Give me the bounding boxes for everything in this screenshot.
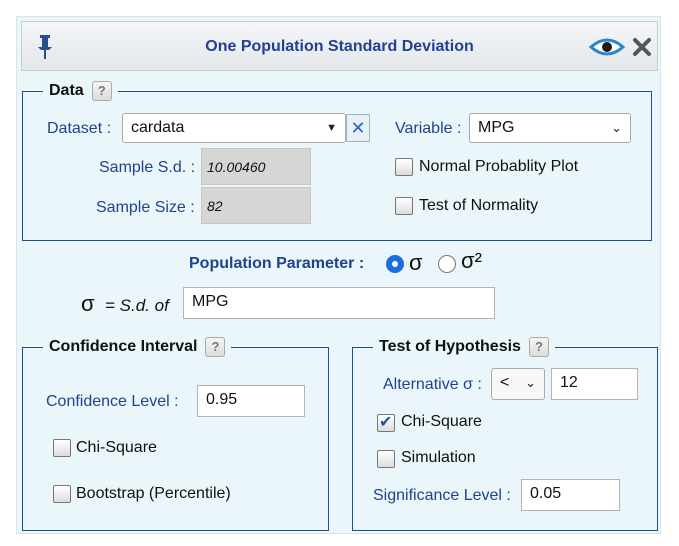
normal-plot-label: Normal Probablity Plot [419, 158, 579, 175]
dialog-window: One Population Standard Deviation Data? … [16, 16, 661, 534]
variable-label: Variable : [395, 120, 462, 137]
alternative-label: Alternative σ : [383, 376, 482, 393]
dialog-title: One Population Standard Deviation [205, 38, 474, 55]
sample-sd-label: Sample S.d. : [99, 159, 196, 176]
title-bar: One Population Standard Deviation [21, 21, 658, 71]
sigma-radio[interactable] [386, 255, 404, 273]
sd-of-text: = S.d. of [105, 296, 169, 315]
confidence-legend-text: Confidence Interval [49, 338, 198, 356]
alternative-operator-select[interactable]: < ⌄ [491, 368, 545, 400]
simulation-checkbox[interactable] [377, 450, 395, 468]
normal-plot-checkbox[interactable] [395, 158, 413, 176]
sample-sd-field: 10.00460 [201, 148, 311, 185]
normality-test-checkbox[interactable] [395, 197, 413, 215]
confidence-level-label: Confidence Level : [46, 393, 179, 410]
chevron-down-icon: ⌄ [525, 375, 536, 390]
significance-level-input[interactable]: 0.05 [521, 479, 620, 511]
confidence-legend: Confidence Interval? [43, 337, 231, 357]
variable-select[interactable]: MPG ⌄ [469, 113, 631, 143]
clear-dataset-button[interactable]: ✕ [346, 114, 370, 142]
sd-of-field[interactable]: MPG [183, 287, 495, 319]
sample-size-label: Sample Size : [96, 199, 195, 216]
sigma-squared-radio[interactable] [438, 255, 456, 273]
data-help-icon[interactable]: ? [91, 81, 112, 101]
chevron-down-icon: ▼ [326, 122, 337, 134]
sigma-symbol: σ [81, 291, 95, 316]
parameter-label: Population Parameter : [189, 255, 365, 272]
ci-chi-square-label: Chi-Square [76, 439, 157, 456]
data-legend-text: Data [49, 82, 84, 100]
alternative-value-input[interactable]: 12 [551, 368, 638, 400]
close-icon[interactable] [631, 36, 653, 58]
dataset-label: Dataset : [47, 120, 112, 137]
sigma-squared-option-label: σ² [461, 248, 482, 273]
eye-icon[interactable] [589, 36, 625, 58]
bootstrap-label: Bootstrap (Percentile) [76, 485, 231, 502]
confidence-help-icon[interactable]: ? [205, 337, 226, 357]
significance-level-label: Significance Level : [373, 487, 511, 504]
dataset-select[interactable]: cardata ▼ [122, 113, 346, 143]
ht-chi-square-label: Chi-Square [401, 413, 482, 430]
dataset-value: cardata [131, 119, 185, 136]
hypothesis-help-icon[interactable]: ? [528, 337, 549, 357]
chevron-down-icon: ⌄ [611, 120, 622, 135]
alternative-operator-value: < [500, 374, 510, 391]
data-legend: Data? [43, 81, 118, 101]
variable-value: MPG [478, 119, 515, 136]
ci-chi-square-checkbox[interactable] [53, 439, 71, 457]
simulation-label: Simulation [401, 449, 476, 466]
hypothesis-legend: Test of Hypothesis? [373, 337, 555, 357]
normality-test-label: Test of Normality [419, 197, 539, 214]
hypothesis-legend-text: Test of Hypothesis [379, 338, 521, 356]
confidence-level-input[interactable]: 0.95 [197, 385, 305, 417]
sample-size-field: 82 [201, 187, 311, 224]
bootstrap-checkbox[interactable] [53, 485, 71, 503]
ht-chi-square-checkbox[interactable] [377, 412, 395, 432]
sigma-option-label: σ [409, 250, 423, 275]
